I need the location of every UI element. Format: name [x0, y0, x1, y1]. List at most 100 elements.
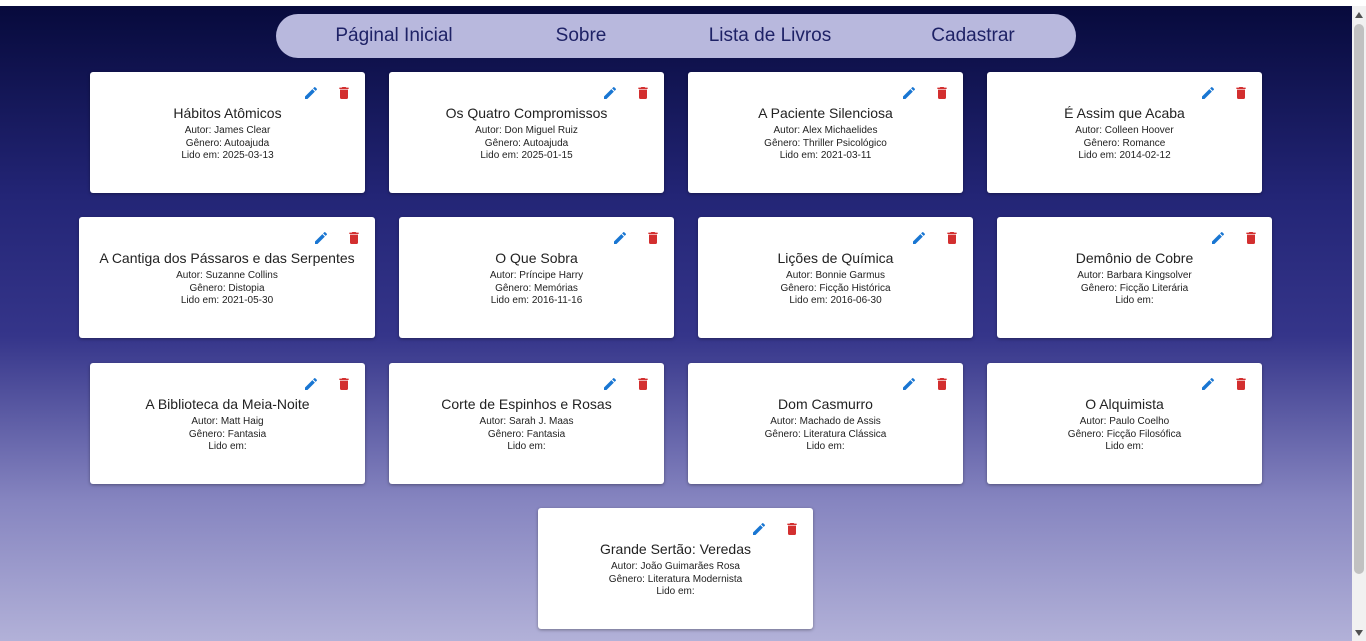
trash-icon [1236, 87, 1246, 99]
nav-item-about[interactable]: Sobre [556, 14, 607, 58]
trash-icon [638, 378, 648, 390]
book-card: Os Quatro Compromissos Autor: Don Miguel … [389, 72, 664, 193]
vertical-scrollbar[interactable] [1352, 6, 1366, 641]
book-author: Autor: Machado de Assis [770, 416, 881, 427]
book-author: Autor: Barbara Kingsolver [1077, 270, 1192, 281]
trash-icon [339, 87, 349, 99]
book-card: É Assim que Acaba Autor: Colleen Hoover Gê… [987, 72, 1262, 193]
book-genre: Gênero: Ficção Literária [1080, 282, 1189, 294]
book-card: Lições de Química Autor: Bonnie Garmus Gên… [698, 217, 973, 338]
pencil-icon [315, 231, 328, 244]
book-title: Grande Sertão: Veredas [600, 541, 751, 557]
edit-button[interactable] [303, 85, 319, 101]
pencil-icon [1202, 86, 1215, 99]
nav-item-register[interactable]: Cadastrar [931, 14, 1014, 58]
book-title: Lições de Química [777, 250, 894, 266]
delete-button[interactable] [1233, 376, 1249, 392]
book-card: O Que Sobra Autor: Príncipe Harry Gênero: … [399, 217, 674, 338]
delete-button[interactable] [346, 230, 362, 246]
book-card: A Cantiga dos Pássaros e das Serpentes Au… [79, 217, 375, 338]
nav-item-home[interactable]: Páginal Inicial [335, 14, 452, 58]
scrollbar-thumb[interactable] [1354, 24, 1364, 574]
delete-button[interactable] [944, 230, 960, 246]
pencil-icon [903, 86, 916, 99]
book-genre: Gênero: Fantasia [188, 428, 267, 440]
book-card: A Paciente Silenciosa Autor: Alex Michael… [688, 72, 963, 193]
book-genre: Gênero: Ficção Histórica [780, 282, 891, 294]
book-title: Corte de Espinhos e Rosas [441, 396, 612, 412]
delete-button[interactable] [645, 230, 661, 246]
book-author: Autor: Príncipe Harry [489, 270, 584, 281]
book-genre: Gênero: Literatura Modernista [608, 573, 743, 585]
delete-button[interactable] [635, 376, 651, 392]
edit-button[interactable] [1200, 85, 1216, 101]
pencil-icon [913, 231, 926, 244]
book-genre: Gênero: Literatura Clássica [764, 428, 887, 440]
pencil-icon [604, 377, 617, 390]
book-genre: Gênero: Thriller Psicológico [764, 137, 887, 149]
navbar: Páginal Inicial Sobre Lista de Livros Ca… [276, 14, 1076, 58]
edit-button[interactable] [751, 521, 767, 537]
trash-icon [787, 523, 797, 535]
delete-button[interactable] [336, 376, 352, 392]
delete-button[interactable] [784, 521, 800, 537]
edit-button[interactable] [612, 230, 628, 246]
book-genre: Gênero: Autoajuda [484, 137, 569, 149]
edit-button[interactable] [602, 376, 618, 392]
delete-button[interactable] [1233, 85, 1249, 101]
edit-button[interactable] [313, 230, 329, 246]
book-title: É Assim que Acaba [1064, 105, 1185, 121]
book-author: Autor: João Guimarães Rosa [611, 561, 740, 572]
book-title: Os Quatro Compromissos [445, 105, 608, 121]
delete-button[interactable] [336, 85, 352, 101]
book-title: Dom Casmurro [778, 396, 873, 412]
book-read-date: Lido em: [1105, 441, 1144, 452]
book-read-date: Lido em: [507, 441, 546, 452]
book-read-date: Lido em: 2025-01-15 [480, 150, 573, 161]
edit-button[interactable] [901, 376, 917, 392]
nav-item-book-list[interactable]: Lista de Livros [709, 14, 832, 58]
book-author: Autor: Alex Michaelides [773, 125, 878, 136]
edit-button[interactable] [911, 230, 927, 246]
pencil-icon [753, 522, 766, 535]
delete-button[interactable] [934, 85, 950, 101]
book-read-date: Lido em: [1115, 295, 1154, 306]
trash-icon [1246, 232, 1256, 244]
edit-button[interactable] [303, 376, 319, 392]
book-author: Autor: Matt Haig [191, 416, 264, 427]
trash-icon [349, 232, 359, 244]
edit-button[interactable] [1210, 230, 1226, 246]
delete-button[interactable] [1243, 230, 1259, 246]
book-title: O Alquimista [1085, 396, 1164, 412]
book-title: A Cantiga dos Pássaros e das Serpentes [99, 250, 355, 266]
book-author: Autor: Paulo Coelho [1079, 416, 1170, 427]
book-read-date: Lido em: [806, 441, 845, 452]
delete-button[interactable] [635, 85, 651, 101]
book-title: Hábitos Atômicos [173, 105, 282, 121]
book-read-date: Lido em: [208, 441, 247, 452]
book-read-date: Lido em: 2021-03-11 [779, 150, 872, 161]
book-author: Autor: Sarah J. Maas [479, 416, 574, 427]
scroll-up-arrow-icon[interactable] [1355, 12, 1363, 18]
book-genre: Gênero: Romance [1083, 137, 1166, 149]
book-author: Autor: James Clear [184, 125, 271, 136]
book-read-date: Lido em: 2016-11-16 [490, 295, 583, 306]
book-read-date: Lido em: 2014-02-12 [1078, 150, 1171, 161]
delete-button[interactable] [934, 376, 950, 392]
edit-button[interactable] [1200, 376, 1216, 392]
edit-button[interactable] [602, 85, 618, 101]
scroll-down-arrow-icon[interactable] [1355, 630, 1363, 636]
pencil-icon [903, 377, 916, 390]
book-title: A Biblioteca da Meia-Noite [145, 396, 310, 412]
edit-button[interactable] [901, 85, 917, 101]
trash-icon [339, 378, 349, 390]
book-author: Autor: Don Miguel Ruiz [475, 125, 578, 136]
book-read-date: Lido em: 2025-03-13 [181, 150, 274, 161]
book-genre: Gênero: Fantasia [487, 428, 566, 440]
book-read-date: Lido em: 2021-05-30 [180, 295, 274, 306]
book-card: O Alquimista Autor: Paulo Coelho Gênero: F… [987, 363, 1262, 484]
book-card: Corte de Espinhos e Rosas Autor: Sarah J.… [389, 363, 664, 484]
book-title: Demônio de Cobre [1075, 250, 1194, 266]
book-read-date: Lido em: [656, 586, 695, 597]
book-genre: Gênero: Distopia [189, 282, 265, 294]
